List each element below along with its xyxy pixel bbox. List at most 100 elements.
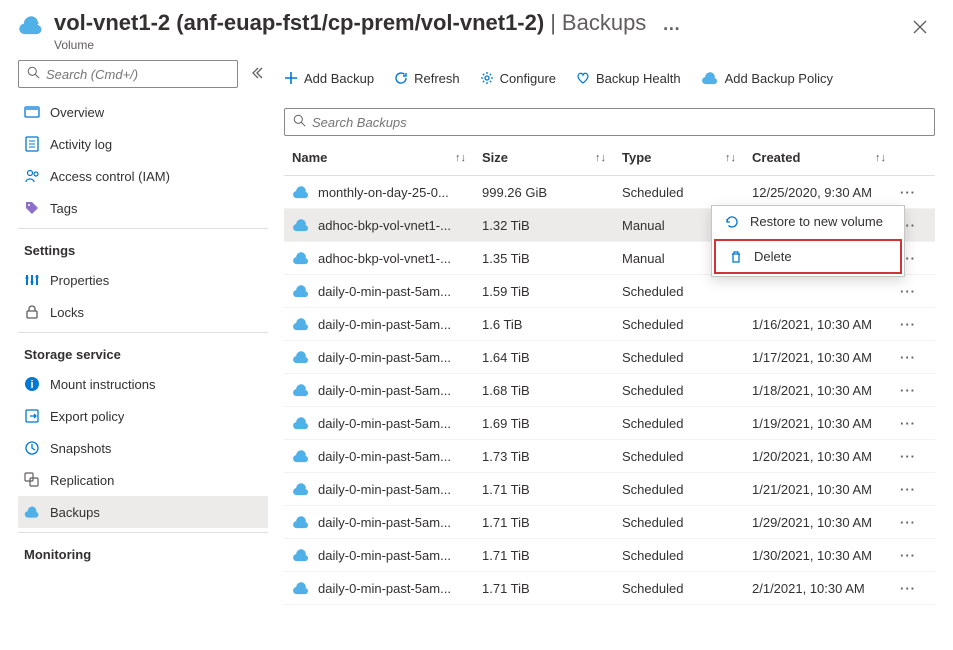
column-header-type[interactable]: Type↑↓	[614, 150, 744, 165]
table-row[interactable]: daily-0-min-past-5am...1.6 TiBScheduled1…	[284, 308, 935, 341]
row-actions-button[interactable]: ···	[894, 581, 922, 596]
collapse-sidebar-button[interactable]	[246, 62, 268, 87]
row-actions-button[interactable]: ···	[894, 416, 922, 431]
cell-size: 999.26 GiB	[474, 185, 614, 200]
context-delete[interactable]: Delete	[714, 239, 902, 274]
search-backups[interactable]	[284, 108, 935, 136]
cell-type: Scheduled	[614, 383, 744, 398]
backups-icon	[24, 504, 40, 520]
main-content: Add Backup Refresh Configure Backup Heal…	[274, 60, 935, 650]
cell-size: 1.35 TiB	[474, 251, 614, 266]
sidebar-item-overview[interactable]: Overview	[18, 96, 268, 128]
table-row[interactable]: daily-0-min-past-5am...1.71 TiBScheduled…	[284, 572, 935, 605]
add-backup-policy-button[interactable]: Add Backup Policy	[701, 71, 833, 86]
row-actions-button[interactable]: ···	[894, 350, 922, 365]
sort-icon: ↑↓	[875, 152, 886, 164]
sidebar-item-mount-instructions[interactable]: iMount instructions	[18, 368, 268, 400]
cell-type: Scheduled	[614, 581, 744, 596]
cell-created: 1/20/2021, 10:30 AM	[744, 449, 894, 464]
cell-size: 1.71 TiB	[474, 515, 614, 530]
row-actions-button[interactable]: ···	[894, 548, 922, 563]
cell-type: Scheduled	[614, 548, 744, 563]
snapshots-icon	[24, 440, 40, 456]
refresh-icon	[394, 71, 408, 85]
backup-icon	[292, 581, 310, 595]
search-icon	[293, 114, 306, 130]
row-actions-button[interactable]: ···	[894, 284, 922, 299]
page-section: Backups	[562, 10, 646, 36]
row-actions-button[interactable]: ···	[894, 317, 922, 332]
cell-size: 1.68 TiB	[474, 383, 614, 398]
cell-name: monthly-on-day-25-0...	[284, 185, 474, 200]
table-row[interactable]: daily-0-min-past-5am... 1.68 TiBScheduled…	[284, 374, 935, 407]
table-row[interactable]: daily-0-min-past-5am...1.71 TiBScheduled…	[284, 473, 935, 506]
cloud-icon	[701, 71, 719, 85]
column-header-created[interactable]: Created↑↓	[744, 150, 894, 165]
replication-icon	[24, 472, 40, 488]
cell-name: adhoc-bkp-vol-vnet1-...	[284, 251, 474, 266]
table-row[interactable]: adhoc-bkp-vol-vnet1-...1.32 TiBManual···…	[284, 209, 935, 242]
row-actions-button[interactable]: ···	[894, 482, 922, 497]
sidebar-item-properties[interactable]: Properties	[18, 264, 268, 296]
cell-size: 1.71 TiB	[474, 482, 614, 497]
more-title-icon[interactable]: …	[652, 14, 680, 35]
sidebar-item-export-policy[interactable]: Export policy	[18, 400, 268, 432]
backup-icon	[292, 548, 310, 562]
backup-name: daily-0-min-past-5am...	[318, 383, 451, 398]
cell-type: Scheduled	[614, 416, 744, 431]
access-control-icon	[24, 168, 40, 184]
cell-created: 1/19/2021, 10:30 AM	[744, 416, 894, 431]
backup-icon	[292, 515, 310, 529]
cell-size: 1.73 TiB	[474, 449, 614, 464]
backup-icon	[292, 416, 310, 430]
cell-created: 1/18/2021, 10:30 AM	[744, 383, 894, 398]
column-header-size[interactable]: Size↑↓	[474, 150, 614, 165]
backup-name: adhoc-bkp-vol-vnet1-...	[318, 251, 451, 266]
search-backups-input[interactable]	[312, 115, 926, 130]
cell-name: daily-0-min-past-5am...	[284, 416, 474, 431]
sidebar-item-access-control[interactable]: Access control (IAM)	[18, 160, 268, 192]
plus-icon	[284, 71, 298, 85]
toolbar: Add Backup Refresh Configure Backup Heal…	[284, 60, 935, 96]
table-row[interactable]: daily-0-min-past-5am...1.71 TiBScheduled…	[284, 539, 935, 572]
sidebar-search-input[interactable]	[46, 67, 229, 82]
table-row[interactable]: daily-0-min-past-5am...1.69 TiBScheduled…	[284, 407, 935, 440]
sidebar-item-label: Snapshots	[50, 441, 111, 456]
row-actions-button[interactable]: ···	[894, 449, 922, 464]
row-actions-button[interactable]: ···	[894, 383, 922, 398]
sidebar-item-backups[interactable]: Backups	[18, 496, 268, 528]
configure-label: Configure	[500, 71, 556, 86]
page-title: vol-vnet1-2 (anf-euap-fst1/cp-prem/vol-v…	[54, 10, 544, 36]
cell-name: adhoc-bkp-vol-vnet1-...	[284, 218, 474, 233]
cell-name: daily-0-min-past-5am...	[284, 548, 474, 563]
cell-created: 1/30/2021, 10:30 AM	[744, 548, 894, 563]
sidebar-item-snapshots[interactable]: Snapshots	[18, 432, 268, 464]
sidebar-item-label: Properties	[50, 273, 109, 288]
table-row[interactable]: daily-0-min-past-5am...1.59 TiBScheduled…	[284, 275, 935, 308]
table-row[interactable]: daily-0-min-past-5am...1.73 TiBScheduled…	[284, 440, 935, 473]
sidebar-item-locks[interactable]: Locks	[18, 296, 268, 328]
cell-name: daily-0-min-past-5am...	[284, 350, 474, 365]
context-restore[interactable]: Restore to new volume	[712, 206, 904, 237]
cell-size: 1.59 TiB	[474, 284, 614, 299]
sidebar-item-replication[interactable]: Replication	[18, 464, 268, 496]
table-row[interactable]: daily-0-min-past-5am...1.64 TiBScheduled…	[284, 341, 935, 374]
backup-icon	[292, 317, 310, 331]
cell-created: 1/21/2021, 10:30 AM	[744, 482, 894, 497]
refresh-button[interactable]: Refresh	[394, 71, 460, 86]
row-actions-button[interactable]: ···	[894, 515, 922, 530]
close-button[interactable]	[905, 14, 935, 43]
sidebar-item-activity-log[interactable]: Activity log	[18, 128, 268, 160]
table-row[interactable]: daily-0-min-past-5am...1.71 TiBScheduled…	[284, 506, 935, 539]
add-backup-button[interactable]: Add Backup	[284, 71, 374, 86]
sidebar-item-tags[interactable]: Tags	[18, 192, 268, 224]
row-actions-button[interactable]: ···	[894, 185, 922, 200]
column-header-name[interactable]: Name↑↓	[284, 150, 474, 165]
backup-health-button[interactable]: Backup Health	[576, 71, 681, 86]
configure-button[interactable]: Configure	[480, 71, 556, 86]
properties-icon	[24, 272, 40, 288]
sidebar-search[interactable]	[18, 60, 238, 88]
cell-type: Scheduled	[614, 185, 744, 200]
cell-created: 2/1/2021, 10:30 AM	[744, 581, 894, 596]
title-divider: |	[550, 10, 556, 36]
